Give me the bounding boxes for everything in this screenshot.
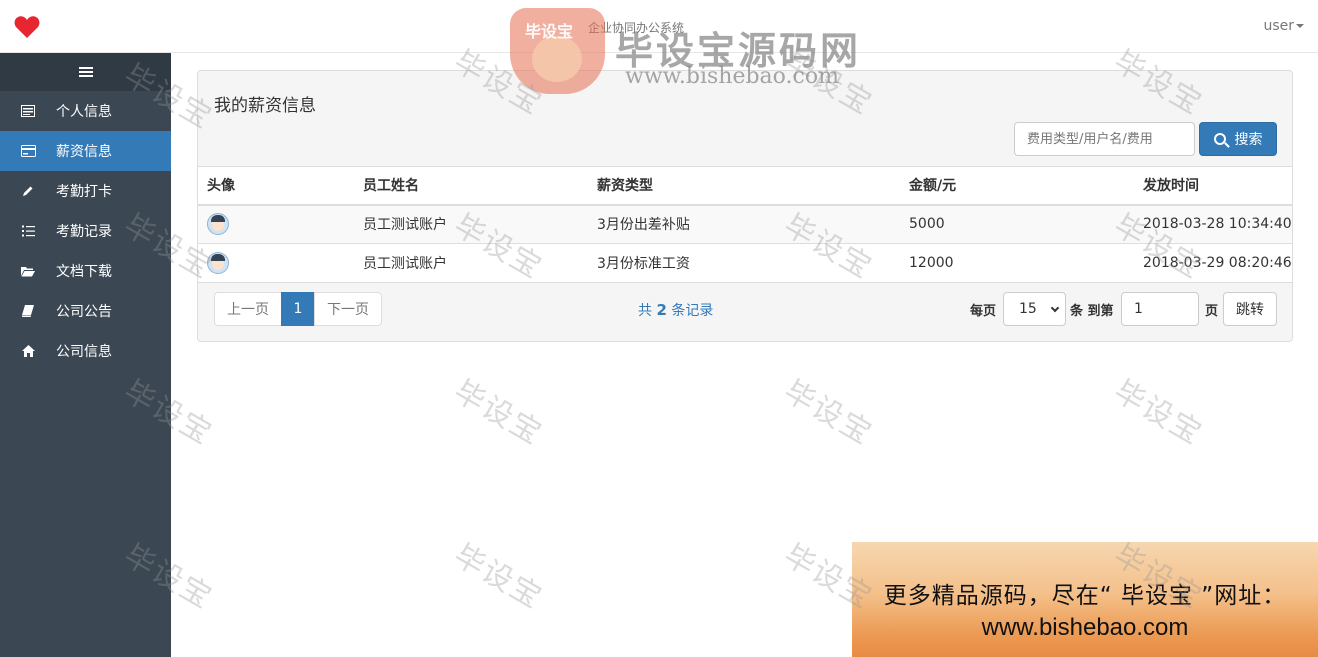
sidebar-item-label: 个人信息 xyxy=(56,104,112,120)
goto-page-value: 1 xyxy=(1134,301,1143,317)
employee-name: 员工测试账户 xyxy=(354,204,588,244)
hamburger-icon xyxy=(78,67,93,77)
salary-type: 3月份标准工资 xyxy=(588,243,900,283)
search-input[interactable] xyxy=(1014,122,1195,156)
page-suffix-label: 页 xyxy=(1205,304,1219,319)
promo-banner: 更多精品源码，尽在“ 毕设宝 ”网址： www.bishebao.com xyxy=(852,542,1318,657)
sidebar: 个人信息 薪资信息 考勤打卡 考勤记录 文档下载 公司公告 公司信息 xyxy=(0,53,171,657)
salary-type: 3月份出差补贴 xyxy=(588,204,900,244)
table-row[interactable]: 员工测试账户 3月份出差补贴 5000 2018-03-28 10:34:40 xyxy=(198,204,1292,244)
salary-table: 头像 员工姓名 薪资类型 金额/元 发放时间 员工测试账户 3月份出差补贴 50… xyxy=(198,166,1292,283)
sidebar-item-document-download[interactable]: 文档下载 xyxy=(0,251,171,291)
column-header-type[interactable]: 薪资类型 xyxy=(588,166,900,206)
sidebar-item-label: 薪资信息 xyxy=(56,144,112,160)
column-header-avatar[interactable]: 头像 xyxy=(198,166,354,206)
column-header-name[interactable]: 员工姓名 xyxy=(354,166,588,206)
sidebar-item-label: 公司信息 xyxy=(56,344,112,360)
salary-panel: 我的薪资信息 搜索 头像 员工姓名 薪资类型 金额/元 发放时间 员工测试账户 … xyxy=(197,70,1293,342)
column-header-time[interactable]: 发放时间 xyxy=(1134,166,1292,206)
promo-text: 更多精品源码，尽在“ 毕设宝 ”网址： xyxy=(883,583,1287,609)
credit-card-icon xyxy=(20,144,36,158)
top-navbar: 企业协同办公系统 user xyxy=(0,0,1318,53)
book-icon xyxy=(20,304,36,318)
records-suffix: 条记录 xyxy=(671,303,714,319)
list-icon xyxy=(20,224,36,238)
chevron-down-icon xyxy=(1050,303,1060,313)
table-row[interactable]: 员工测试账户 3月份标准工资 12000 2018-03-29 08:20:46 xyxy=(198,243,1292,283)
caret-down-icon xyxy=(1296,24,1304,28)
card-icon xyxy=(20,104,36,118)
watermark-text: 毕设宝 xyxy=(447,537,549,617)
table-header-row: 头像 员工姓名 薪资类型 金额/元 发放时间 xyxy=(198,166,1292,206)
employee-name: 员工测试账户 xyxy=(354,243,588,283)
sidebar-item-company-info[interactable]: 公司信息 xyxy=(0,331,171,371)
issue-time: 2018-03-29 08:20:46 xyxy=(1134,243,1292,283)
avatar-cell xyxy=(198,243,354,283)
sidebar-item-attendance-records[interactable]: 考勤记录 xyxy=(0,211,171,251)
salary-amount: 5000 xyxy=(900,204,1134,244)
records-prefix: 共 xyxy=(638,303,652,319)
goto-page-input[interactable]: 1 xyxy=(1121,292,1199,326)
watermark-text: 毕设宝 xyxy=(1107,373,1209,453)
sidebar-item-label: 文档下载 xyxy=(56,264,112,280)
watermark-text: 毕设宝 xyxy=(447,373,549,453)
sidebar-item-salary-info[interactable]: 薪资信息 xyxy=(0,131,171,171)
page-size-select[interactable]: 15 xyxy=(1003,292,1066,326)
watermark-text: 毕设宝 xyxy=(777,373,879,453)
home-icon xyxy=(20,344,36,358)
pencil-icon xyxy=(20,184,36,198)
search-button-label: 搜索 xyxy=(1234,132,1263,148)
record-count: 共 2 条记录 xyxy=(638,300,713,320)
pagination: 上一页 1 下一页 xyxy=(214,292,382,326)
issue-time: 2018-03-28 10:34:40 xyxy=(1134,204,1292,244)
sidebar-toggle[interactable] xyxy=(0,53,171,91)
promo-url: www.bishebao.com xyxy=(981,614,1189,641)
records-count: 2 xyxy=(656,301,667,319)
page-number-button[interactable]: 1 xyxy=(281,292,315,326)
app-title: 企业协同办公系统 xyxy=(588,21,685,35)
goto-label: 条 到第 xyxy=(1070,304,1114,319)
avatar xyxy=(207,252,229,274)
sidebar-item-company-announcements[interactable]: 公司公告 xyxy=(0,291,171,331)
column-header-amount[interactable]: 金额/元 xyxy=(900,166,1134,206)
sidebar-item-label: 公司公告 xyxy=(56,304,112,320)
folder-open-icon xyxy=(20,264,36,278)
search-button[interactable]: 搜索 xyxy=(1199,122,1277,156)
user-menu[interactable]: user xyxy=(1263,18,1304,34)
jump-button[interactable]: 跳转 xyxy=(1223,292,1277,326)
sidebar-item-label: 考勤打卡 xyxy=(56,184,112,200)
next-page-button[interactable]: 下一页 xyxy=(314,292,382,326)
page-title: 我的薪资信息 xyxy=(214,96,316,116)
heart-icon[interactable] xyxy=(14,15,40,39)
search-icon xyxy=(1213,133,1226,145)
sidebar-item-attendance-checkin[interactable]: 考勤打卡 xyxy=(0,171,171,211)
avatar-cell xyxy=(198,204,354,244)
salary-amount: 12000 xyxy=(900,243,1134,283)
avatar xyxy=(207,213,229,236)
page-size-value: 15 xyxy=(1019,301,1037,317)
prev-page-button[interactable]: 上一页 xyxy=(214,292,282,326)
sidebar-item-label: 考勤记录 xyxy=(56,224,112,240)
per-page-label: 每页 xyxy=(970,304,997,319)
sidebar-item-personal-info[interactable]: 个人信息 xyxy=(0,91,171,131)
user-name: user xyxy=(1263,18,1294,34)
